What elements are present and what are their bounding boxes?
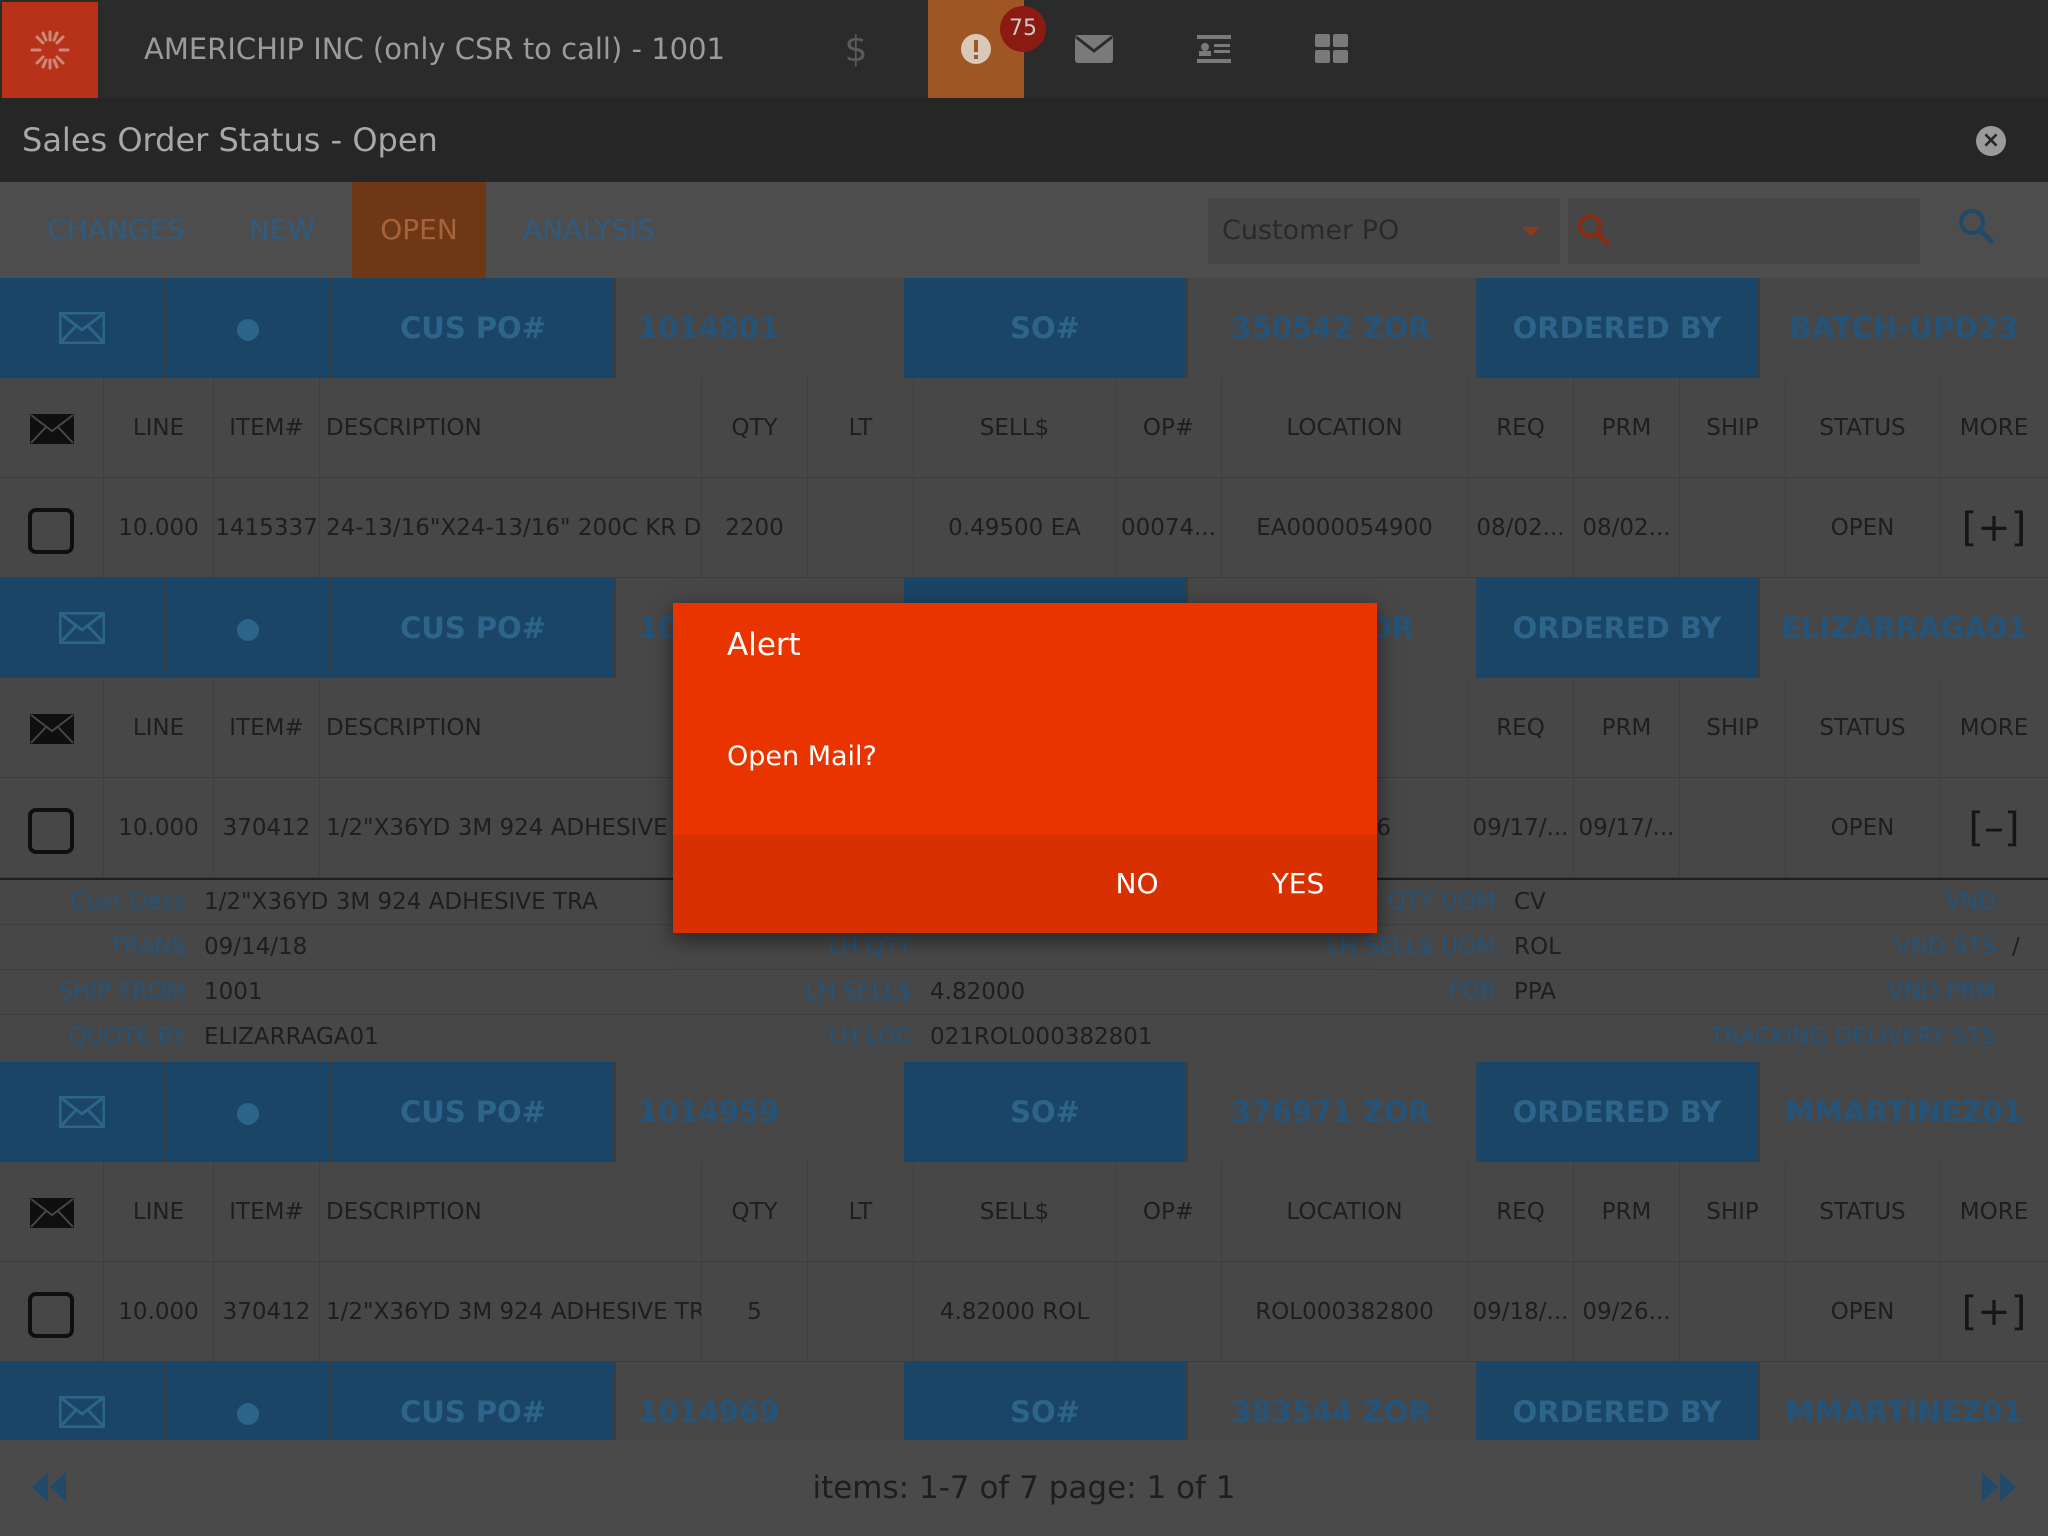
dialog-title: Alert — [727, 627, 801, 663]
alert-dialog: Alert Open Mail? NO YES — [673, 603, 1377, 933]
dialog-actions: NO YES — [673, 835, 1377, 933]
yes-button[interactable]: YES — [1243, 835, 1353, 933]
dialog-message: Open Mail? — [727, 741, 877, 772]
no-button[interactable]: NO — [1087, 835, 1187, 933]
